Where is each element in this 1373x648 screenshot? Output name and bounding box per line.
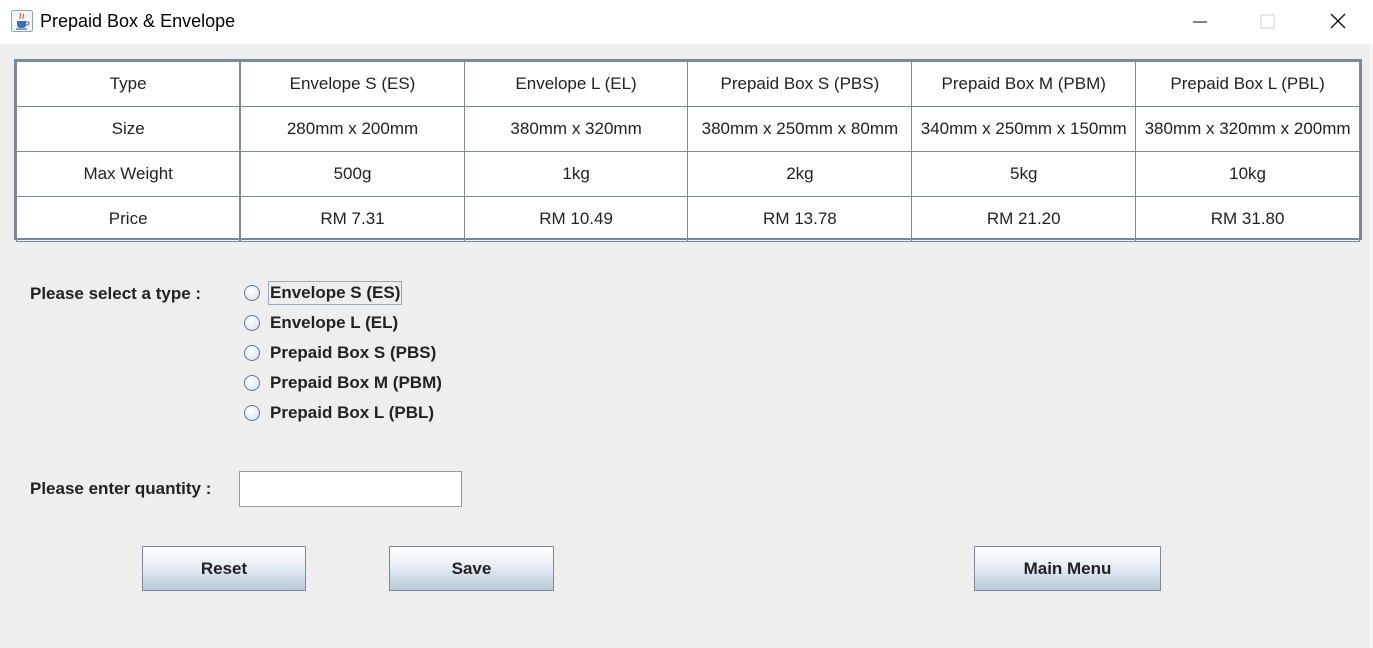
table-cell: RM 13.78 xyxy=(687,196,913,242)
table-row: Size 280mm x 200mm 380mm x 320mm 380mm x… xyxy=(16,106,1360,152)
table-cell: RM 21.20 xyxy=(911,196,1137,242)
table-cell: 1kg xyxy=(463,151,689,197)
table-cell: Price xyxy=(16,196,242,242)
table-cell: 380mm x 320mm x 200mm xyxy=(1135,106,1360,152)
radio-prepaid-box-s[interactable]: Prepaid Box S (PBS) xyxy=(244,341,437,365)
radio-button[interactable] xyxy=(244,315,260,331)
title-bar: Prepaid Box & Envelope xyxy=(0,0,1373,44)
radio-prepaid-box-l[interactable]: Prepaid Box L (PBL) xyxy=(244,401,435,425)
radio-button[interactable] xyxy=(244,285,260,301)
radio-prepaid-box-m[interactable]: Prepaid Box M (PBM) xyxy=(244,371,443,395)
table-cell: Max Weight xyxy=(16,151,242,197)
radio-envelope-l[interactable]: Envelope L (EL) xyxy=(244,311,399,335)
close-icon[interactable] xyxy=(1324,8,1352,36)
radio-label[interactable]: Envelope L (EL) xyxy=(269,312,399,334)
radio-label[interactable]: Prepaid Box L (PBL) xyxy=(269,402,435,424)
table-cell: 5kg xyxy=(911,151,1137,197)
table-header-row: Type Envelope S (ES) Envelope L (EL) Pre… xyxy=(16,61,1360,107)
radio-button[interactable] xyxy=(244,345,260,361)
main-menu-button[interactable]: Main Menu xyxy=(974,546,1161,591)
maximize-icon[interactable] xyxy=(1253,8,1281,36)
java-cup-icon xyxy=(11,10,33,32)
table-cell: RM 7.31 xyxy=(239,196,465,242)
table-row: Max Weight 500g 1kg 2kg 5kg 10kg xyxy=(16,151,1360,197)
quantity-input[interactable] xyxy=(239,471,462,507)
table-header-cell: Prepaid Box M (PBM) xyxy=(911,61,1137,107)
table-cell: 10kg xyxy=(1135,151,1360,197)
save-button[interactable]: Save xyxy=(389,546,554,591)
table-cell: 340mm x 250mm x 150mm xyxy=(911,106,1137,152)
table-cell: 380mm x 320mm xyxy=(463,106,689,152)
table-cell: 2kg xyxy=(687,151,913,197)
minimize-icon[interactable] xyxy=(1186,8,1214,36)
radio-envelope-s[interactable]: Envelope S (ES) xyxy=(244,281,403,305)
radio-label[interactable]: Prepaid Box M (PBM) xyxy=(269,372,443,394)
table-row: Price RM 7.31 RM 10.49 RM 13.78 RM 21.20… xyxy=(16,196,1360,242)
price-table: Type Envelope S (ES) Envelope L (EL) Pre… xyxy=(14,59,1362,242)
table-header-cell: Envelope S (ES) xyxy=(239,61,465,107)
radio-button[interactable] xyxy=(244,375,260,391)
table-header-cell: Type xyxy=(16,61,242,107)
radio-label[interactable]: Envelope S (ES) xyxy=(267,281,403,305)
table-header-cell: Prepaid Box S (PBS) xyxy=(687,61,913,107)
app-window: Prepaid Box & Envelope Type Envelope S (… xyxy=(0,0,1373,648)
window-title: Prepaid Box & Envelope xyxy=(40,11,236,31)
table-cell: RM 31.80 xyxy=(1135,196,1360,242)
table-cell: Size xyxy=(16,106,242,152)
table-header-cell: Envelope L (EL) xyxy=(463,61,689,107)
radio-button[interactable] xyxy=(244,405,260,421)
radio-label[interactable]: Prepaid Box S (PBS) xyxy=(269,342,437,364)
table-header-cell: Prepaid Box L (PBL) xyxy=(1135,61,1360,107)
table-cell: 500g xyxy=(239,151,465,197)
quantity-label: Please enter quantity : xyxy=(30,479,212,498)
table-cell: 380mm x 250mm x 80mm xyxy=(687,106,913,152)
table-cell: 280mm x 200mm xyxy=(239,106,465,152)
table-cell: RM 10.49 xyxy=(463,196,689,242)
type-label: Please select a type : xyxy=(30,284,202,303)
reset-button[interactable]: Reset xyxy=(142,546,306,591)
window-edge xyxy=(1371,44,1372,648)
